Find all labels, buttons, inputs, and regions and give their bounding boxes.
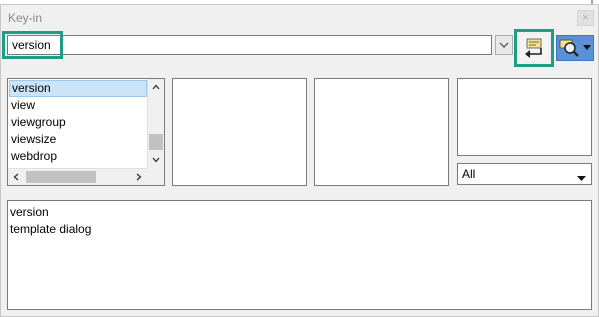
keyin-input[interactable]: version <box>7 35 492 55</box>
close-icon: × <box>582 11 589 24</box>
chevron-left-icon <box>13 173 19 181</box>
dropdown-arrow-icon[interactable] <box>581 45 593 51</box>
command-list-2[interactable] <box>172 78 307 186</box>
chevron-up-icon <box>152 84 160 90</box>
close-button[interactable]: × <box>577 10 594 26</box>
command-list-4[interactable] <box>457 78 592 156</box>
scroll-up-button[interactable] <box>148 79 164 95</box>
search-browser-icon <box>557 36 581 60</box>
list-item[interactable]: view <box>9 97 147 114</box>
scrollbar-corner <box>147 168 164 185</box>
scroll-left-button[interactable] <box>8 169 24 185</box>
keyin-browser-button[interactable] <box>556 35 594 61</box>
list-item[interactable]: viewsize <box>9 131 147 148</box>
vertical-scrollbar[interactable] <box>147 79 164 168</box>
filter-dropdown[interactable]: All <box>457 163 592 185</box>
chevron-down-icon <box>152 157 160 163</box>
history-item[interactable]: template dialog <box>10 221 589 238</box>
horizontal-scroll-thumb[interactable] <box>26 171 96 183</box>
keyin-history-list[interactable]: version template dialog <box>7 200 592 310</box>
horizontal-scrollbar[interactable] <box>8 168 147 185</box>
window-title: Key-in <box>8 11 43 25</box>
keyin-dropdown-button[interactable] <box>495 35 513 55</box>
dropdown-arrow-icon <box>577 171 586 185</box>
word-list-items: version view viewgroup viewsize webdrop <box>9 80 147 165</box>
history-item[interactable]: version <box>10 204 589 221</box>
keyin-combobox[interactable]: version <box>7 35 517 55</box>
apply-keyin-button[interactable] <box>520 35 548 61</box>
keyin-apply-icon <box>525 38 542 58</box>
list-item[interactable]: viewgroup <box>9 114 147 131</box>
filter-value: All <box>462 167 476 181</box>
command-word-list[interactable]: version view viewgroup viewsize webdrop <box>7 78 165 186</box>
scroll-right-button[interactable] <box>131 169 147 185</box>
command-list-3[interactable] <box>314 78 449 186</box>
vertical-scroll-thumb[interactable] <box>149 134 163 150</box>
chevron-down-icon <box>499 42 509 48</box>
scroll-down-button[interactable] <box>148 152 164 168</box>
list-item[interactable]: webdrop <box>9 148 147 165</box>
list-item[interactable]: version <box>9 80 147 97</box>
chevron-right-icon <box>136 173 142 181</box>
title-bar: Key-in × <box>1 5 598 31</box>
